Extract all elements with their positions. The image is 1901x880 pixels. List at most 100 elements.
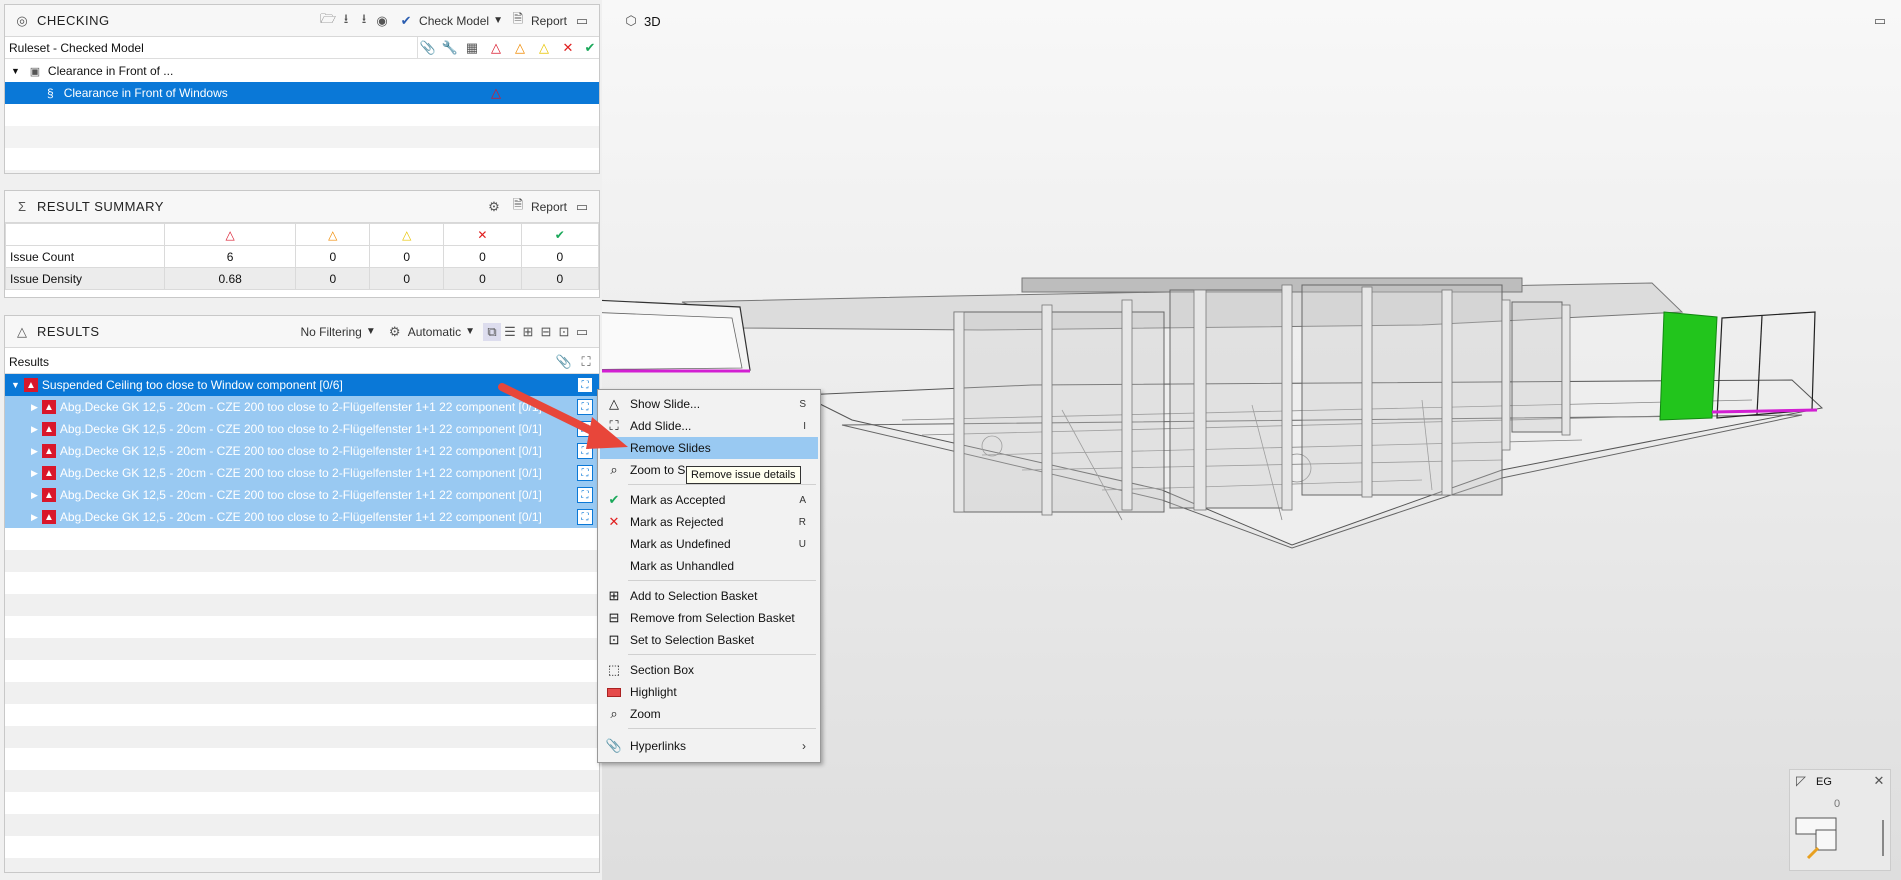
critical-issue-icon: ▲ [41, 510, 56, 524]
critical-issue-icon: △ [491, 85, 501, 100]
add-basket-label: Add to Selection Basket [630, 589, 758, 603]
report-icon: 🗎 [512, 10, 524, 26]
expand-icon[interactable]: ▶ [5, 446, 38, 457]
basket-remove-icon[interactable]: ⊟ [537, 323, 555, 341]
summary-table: △ △ △ ✕ ✔ Issue Count 6 0 0 0 0 Issue De… [5, 223, 600, 290]
report-icon: 🗎 [512, 196, 524, 212]
rejected-icon: ✕ [443, 223, 522, 246]
zoom-item[interactable]: ⌕ Zoom [600, 703, 818, 725]
maximize-icon[interactable]: ▭ [573, 198, 591, 216]
expand-icon[interactable]: ▶ [5, 490, 38, 501]
summary-report-button[interactable]: 🗎 Report [509, 196, 567, 216]
rule-row[interactable]: § Clearance in Front of Windows △ [5, 82, 599, 104]
child-label: Abg.Decke GK 12,5 - 20cm - CZE 200 too c… [59, 444, 542, 458]
section-box-icon: ⬚ [607, 662, 621, 677]
critical-issue-icon: ▲ [41, 422, 56, 436]
expand-icon[interactable]: ▶ [5, 468, 38, 479]
rule-label: Clearance in Front of Windows [63, 86, 228, 100]
settings-icon: ⚙ [388, 323, 401, 339]
section-box-item[interactable]: ⬚ Section Box [600, 659, 818, 681]
section-box-label: Section Box [630, 663, 695, 677]
collapse-icon[interactable]: ▼ [5, 380, 20, 390]
mark-rejected-item[interactable]: ✕ Mark as Rejected R [600, 511, 818, 533]
filter-label: No Filtering [300, 324, 362, 339]
cell: 0 [520, 267, 600, 290]
cell: 0.68 [163, 267, 297, 290]
mark-accepted-item[interactable]: ✔ Mark as Accepted A [600, 489, 818, 511]
result-child-row[interactable]: ▶ ▲ Abg.Decke GK 12,5 - 20cm - CZE 200 too… [5, 462, 599, 484]
critical-issue-icon: ▲ [23, 378, 38, 392]
expand-icon[interactable]: ▶ [5, 512, 38, 523]
minimap-slider[interactable] [1882, 820, 1884, 856]
slide-icon[interactable]: ⛶ [577, 487, 593, 503]
hyperlinks-item[interactable]: 📎 Hyperlinks › [600, 735, 818, 757]
set-basket-item[interactable]: ⊡ Set to Selection Basket [600, 629, 818, 651]
tree-view-icon[interactable]: ⧉ [483, 322, 501, 341]
slide-icon[interactable]: ⛶ [577, 465, 593, 481]
checking-header: ◎ CHECKING 🗁 ⭳ ⭳ ◉ ✔ Check Model ▼ 🗎 Rep… [5, 5, 599, 37]
report-label: Report [530, 13, 567, 28]
filter-dropdown[interactable]: No Filtering ▼ [300, 325, 375, 339]
remove-basket-item[interactable]: ⊟ Remove from Selection Basket [600, 607, 818, 629]
expand-icon[interactable]: ▶ [5, 402, 38, 413]
open-folder-icon[interactable]: 🗁 [319, 11, 337, 30]
mark-undefined-shortcut: U [798, 538, 806, 550]
import-icon[interactable]: ⭳ [337, 11, 355, 30]
settings-icon[interactable]: ⚙ [485, 198, 503, 216]
minimap[interactable]: ◸ EG ✕ 0 [1789, 769, 1891, 871]
child-label: Abg.Decke GK 12,5 - 20cm - CZE 200 too c… [59, 488, 542, 502]
summary-header-row: △ △ △ ✕ ✔ [5, 223, 600, 246]
export-icon[interactable]: ⭳ [355, 11, 373, 30]
slide-icon[interactable]: ⛶ [577, 509, 593, 525]
collapse-icon[interactable]: ▼ [5, 66, 20, 76]
reject-icon: ✕ [608, 514, 620, 529]
cell: 0 [369, 267, 445, 290]
hyperlinks-label: Hyperlinks [630, 739, 687, 753]
result-child-row[interactable]: ▶ ▲ Abg.Decke GK 12,5 - 20cm - CZE 200 too… [5, 484, 599, 506]
chevron-down-icon[interactable]: ▼ [493, 15, 503, 26]
check-model-button[interactable]: ✔ Check Model ▼ [397, 12, 503, 30]
check-icon: ✔ [608, 492, 620, 507]
basket-add-icon[interactable]: ⊞ [519, 323, 537, 341]
automatic-dropdown[interactable]: ⚙ Automatic ▼ [386, 323, 475, 341]
chevron-down-icon: ▼ [365, 326, 376, 337]
basket-set-icon[interactable]: ⊡ [555, 323, 573, 341]
mark-unhandled-label: Mark as Unhandled [630, 559, 735, 573]
expand-icon[interactable]: ▶ [5, 424, 38, 435]
menu-separator [628, 728, 816, 729]
major-icon: △ [295, 223, 371, 246]
minimap-label: EG [1816, 776, 1832, 788]
basket-remove-icon: ⊟ [608, 610, 620, 625]
table-icon: ▦ [465, 39, 479, 55]
minor-icon: △ [539, 39, 549, 55]
mark-accepted-label: Mark as Accepted [630, 493, 726, 507]
ruleset-header-row: Ruleset - Checked Model 📎 🔧 ▦ △ △ △ ✕ ✔ [5, 37, 599, 59]
child-label: Abg.Decke GK 12,5 - 20cm - CZE 200 too c… [59, 510, 542, 524]
edit-icon[interactable]: ◸ [1792, 772, 1810, 790]
list-view-icon[interactable]: ☰ [501, 323, 519, 341]
critical-issue-icon: ▲ [41, 466, 56, 480]
highlight-item[interactable]: Highlight [600, 681, 818, 703]
stop-icon[interactable]: ◉ [373, 12, 391, 30]
child-label: Abg.Decke GK 12,5 - 20cm - CZE 200 too c… [59, 400, 542, 414]
ruleset-label: Ruleset - Checked Model [9, 40, 144, 55]
add-basket-item[interactable]: ⊞ Add to Selection Basket [600, 585, 818, 607]
mark-unhandled-item[interactable]: Mark as Unhandled [600, 555, 818, 577]
result-summary-panel: Σ RESULT SUMMARY ⚙ 🗎 Report ▭ △ △ △ ✕ ✔ … [4, 190, 600, 298]
maximize-icon[interactable]: ▭ [573, 323, 591, 341]
cell: 6 [163, 245, 297, 268]
highlight-icon [606, 684, 622, 700]
highlight-label: Highlight [630, 685, 677, 699]
results-column-header: Results 📎 ⛶ [5, 350, 599, 374]
menu-separator [628, 484, 816, 485]
mark-undefined-item[interactable]: Mark as Undefined U [600, 533, 818, 555]
critical-issue-icon: ▲ [41, 488, 56, 502]
result-child-row[interactable]: ▶ ▲ Abg.Decke GK 12,5 - 20cm - CZE 200 too… [5, 506, 599, 528]
maximize-icon[interactable]: ▭ [573, 12, 591, 30]
menu-separator [628, 654, 816, 655]
report-button[interactable]: 🗎 Report [509, 10, 567, 30]
paperclip-icon: 📎 [605, 738, 623, 753]
checking-title: CHECKING [37, 13, 110, 28]
ruleset-group-row[interactable]: ▼ ▣ Clearance in Front of ... [5, 60, 599, 82]
close-icon[interactable]: ✕ [1870, 772, 1888, 790]
